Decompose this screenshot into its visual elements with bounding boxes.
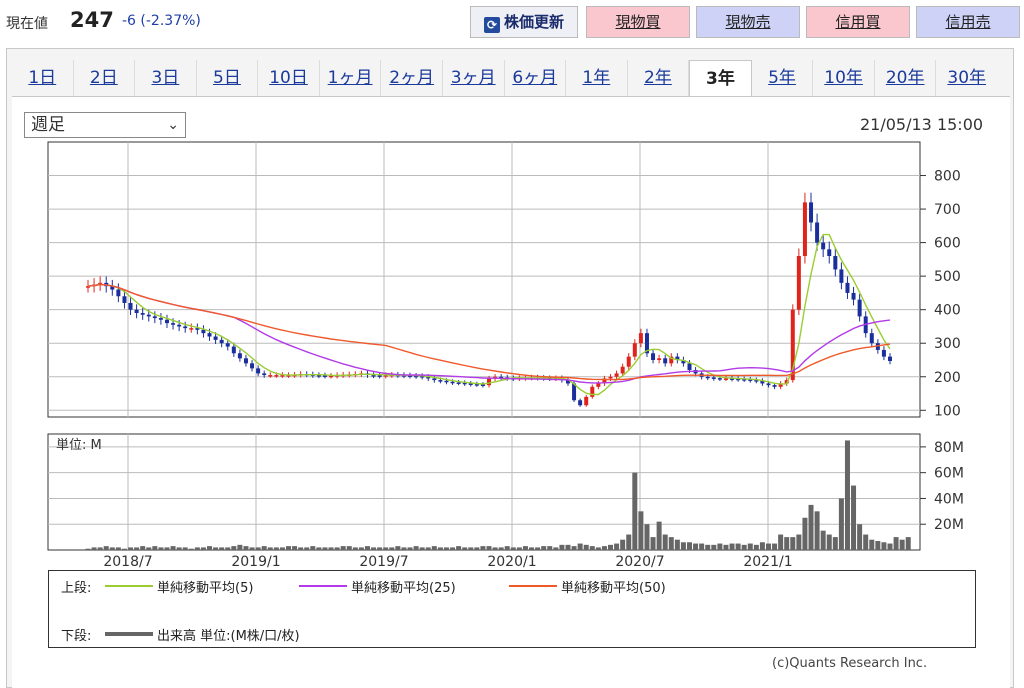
legend-lower-label: 下段: — [61, 629, 92, 644]
tab-period-12[interactable]: 5年 — [752, 60, 814, 96]
trade-button-1[interactable]: 現物売 — [696, 6, 800, 38]
tab-period-5[interactable]: 1ヶ月 — [320, 60, 382, 96]
legend-ma5-line — [105, 585, 153, 587]
tab-period-0[interactable]: 1日 — [12, 60, 74, 96]
chart-datetime: 21/05/13 15:00 — [860, 115, 984, 134]
chevron-down-icon: ⌄ — [167, 117, 179, 133]
price-change: -6 (-2.37%) — [122, 13, 201, 29]
tab-period-10[interactable]: 2年 — [628, 60, 690, 96]
refresh-label: 株価更新 — [503, 13, 564, 31]
legend-ma50-line — [509, 585, 557, 587]
tab-period-15[interactable]: 30年 — [936, 60, 997, 96]
quote-header: 現在値 247 -6 (-2.37%) ⟳ 株価更新 現物買 現物売 信用買 信用売 — [0, 0, 1024, 44]
tab-period-13[interactable]: 10年 — [813, 60, 875, 96]
legend-ma5-label: 単純移動平均(5) — [157, 581, 254, 596]
tab-period-1[interactable]: 2日 — [74, 60, 136, 96]
refresh-price-button[interactable]: ⟳ 株価更新 — [470, 6, 578, 38]
legend-ma25-line — [299, 585, 347, 587]
tab-period-7[interactable]: 3ヶ月 — [443, 60, 505, 96]
legend-ma25-label: 単純移動平均(25) — [351, 581, 456, 596]
current-price-label: 現在値 — [6, 16, 48, 32]
legend-volume-label: 出来高 単位:(M株/口/枚) — [157, 629, 300, 644]
interval-select[interactable]: 週足 ⌄ — [24, 112, 186, 138]
interval-select-value: 週足 — [31, 115, 65, 135]
chart-legend: 上段: 単純移動平均(5) 単純移動平均(25) 単純移動平均(50) 下段: … — [48, 570, 976, 648]
tab-period-2[interactable]: 3日 — [135, 60, 197, 96]
legend-ma50-label: 単純移動平均(50) — [561, 581, 666, 596]
legend-volume-bar — [105, 632, 153, 636]
refresh-icon: ⟳ — [483, 17, 500, 33]
tab-period-3[interactable]: 5日 — [197, 60, 259, 96]
copyright: (c)Quants Research Inc. — [772, 656, 928, 671]
tab-period-8[interactable]: 6ヶ月 — [505, 60, 567, 96]
trade-button-0[interactable]: 現物買 — [586, 6, 690, 38]
tab-period-11[interactable]: 3年 — [689, 60, 752, 96]
trade-button-2[interactable]: 信用買 — [806, 6, 910, 38]
current-price-value: 247 — [70, 8, 114, 32]
period-tabs: 1日 2日 3日 5日 10日 1ヶ月 2ヶ月 3ヶ月 6ヶ月 1年 2年 3年 5年 10年 20年 30年 — [12, 60, 997, 96]
tab-period-14[interactable]: 20年 — [875, 60, 937, 96]
tab-period-6[interactable]: 2ヶ月 — [381, 60, 443, 96]
tab-period-4[interactable]: 10日 — [258, 60, 320, 96]
trade-button-3[interactable]: 信用売 — [916, 6, 1020, 38]
tab-period-9[interactable]: 1年 — [566, 60, 628, 96]
legend-upper-label: 上段: — [61, 581, 92, 596]
